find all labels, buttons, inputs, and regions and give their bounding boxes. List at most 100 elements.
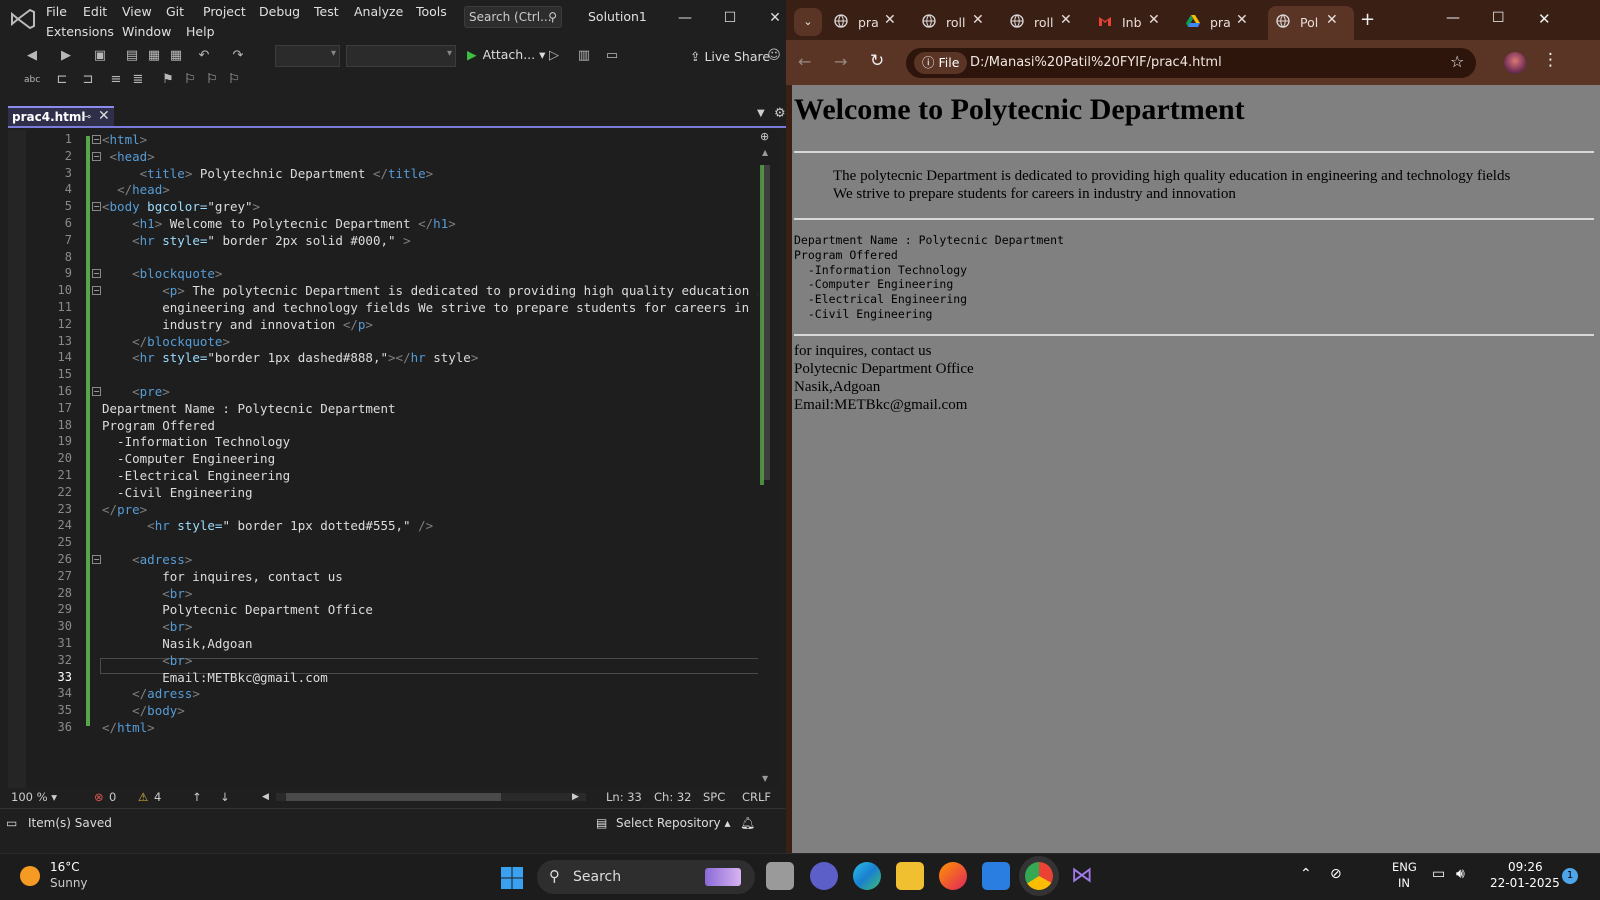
code-line[interactable]: <br> xyxy=(102,653,192,668)
code-line[interactable]: <html> xyxy=(102,132,147,147)
volume-icon[interactable]: 🔊︎ xyxy=(1456,866,1465,882)
tab-search-icon[interactable]: ⌄ xyxy=(794,8,822,36)
clock-time[interactable]: 09:26 xyxy=(1508,860,1543,874)
show-hidden-icons[interactable]: ⌃ xyxy=(1300,866,1312,882)
code-line[interactable]: <pre> xyxy=(102,384,170,399)
close-tab-icon[interactable]: ✕ xyxy=(98,108,110,124)
code-line[interactable]: -Civil Engineering xyxy=(102,485,252,500)
code-line[interactable]: -Computer Engineering xyxy=(102,451,275,466)
spell-check-icon[interactable]: abc xyxy=(24,72,40,88)
undo-icon[interactable]: ↶ xyxy=(196,48,212,64)
collapse-icon[interactable]: − xyxy=(92,135,101,144)
code-editor[interactable]: 1− <html> 2− <head> 3 <title> Polytechnic D… xyxy=(8,130,778,790)
menu-help[interactable]: Help xyxy=(184,24,217,39)
address-bar[interactable]: ⓘ File D:/Manasi%20Patil%20FYIF/prac4.ht… xyxy=(906,48,1476,78)
uncomment-icon[interactable]: ≣ xyxy=(130,72,146,88)
code-line[interactable]: </head> xyxy=(102,182,170,197)
code-line[interactable]: <hr style="border 1px dashed#888,"></hr … xyxy=(102,350,478,365)
firefox-icon[interactable] xyxy=(939,862,967,890)
save-icon[interactable]: ▦ xyxy=(146,48,162,64)
weather-temperature[interactable]: 16°C xyxy=(50,860,80,874)
edge-icon[interactable] xyxy=(853,862,881,890)
chrome-tab-4[interactable]: Inb ✕ xyxy=(1090,8,1176,36)
down-arrow-icon[interactable]: ↓ xyxy=(220,790,230,804)
select-repository-button[interactable]: Select Repository ▴ xyxy=(616,816,731,830)
collapse-icon[interactable]: − xyxy=(92,286,101,296)
horizontal-scrollbar[interactable] xyxy=(276,793,586,801)
reload-icon[interactable]: ↻ xyxy=(870,51,884,71)
chrome-tab-3[interactable]: roll ✕ xyxy=(1002,8,1088,36)
forward-nav-icon[interactable]: ▶ xyxy=(58,48,74,64)
code-line[interactable]: industry and innovation </p> xyxy=(102,317,373,332)
solution-explorer-icon[interactable]: ▥ xyxy=(576,48,592,64)
bookmark-star-icon[interactable]: ☆ xyxy=(1450,52,1464,71)
menu-extensions[interactable]: Extensions xyxy=(44,24,116,39)
code-line[interactable]: <hr style=" border 1px dotted#555," /> xyxy=(102,518,433,533)
code-line[interactable]: Nasik,Adgoan xyxy=(102,636,252,651)
visual-studio-icon[interactable]: ⋈ xyxy=(1068,862,1096,890)
menu-analyze[interactable]: Analyze xyxy=(352,4,405,19)
scroll-down-icon[interactable]: ▼ xyxy=(762,774,768,783)
pin-icon[interactable]: ⊸ xyxy=(82,110,91,123)
tab-list-dropdown-icon[interactable]: ▼ xyxy=(757,108,765,119)
task-view-icon[interactable] xyxy=(766,862,794,890)
chrome-menu-icon[interactable]: ⋮ xyxy=(1542,50,1559,70)
menu-file[interactable]: File xyxy=(44,4,69,19)
h-scrollbar-thumb[interactable] xyxy=(286,793,501,801)
close-tab-icon[interactable]: ✕ xyxy=(884,12,896,28)
up-arrow-icon[interactable]: ↑ xyxy=(192,790,202,804)
code-line[interactable]: <blockquote> xyxy=(102,266,222,281)
menu-window[interactable]: Window xyxy=(120,24,173,39)
forward-icon[interactable]: → xyxy=(834,52,847,71)
code-line[interactable]: <body bgcolor="grey"> xyxy=(102,199,260,214)
platform-dropdown[interactable] xyxy=(346,45,456,67)
line-number-status[interactable]: Ln: 33 xyxy=(606,790,642,804)
start-without-debug-icon[interactable]: ▷ xyxy=(546,48,562,64)
clear-bookmarks-icon[interactable]: ⚐ xyxy=(226,72,242,88)
menu-git[interactable]: Git xyxy=(164,4,186,19)
close-tab-icon[interactable]: ✕ xyxy=(1148,12,1160,28)
taskbar-search-box[interactable]: ⚲ Search xyxy=(537,860,755,894)
warning-count[interactable]: 4 xyxy=(154,790,161,804)
indent-icon[interactable]: ⊐ xyxy=(80,72,96,88)
scroll-left-icon[interactable]: ◀ xyxy=(262,792,269,802)
next-bookmark-icon[interactable]: ⚐ xyxy=(204,72,220,88)
chrome-maximize-button[interactable]: ☐ xyxy=(1492,10,1505,26)
collapse-icon[interactable]: − xyxy=(92,387,101,396)
display-icon[interactable]: ▭ xyxy=(1432,866,1445,882)
live-share-button[interactable]: ⇪ Live Share xyxy=(690,49,770,64)
url-text[interactable]: D:/Manasi%20Patil%20FYIF/prac4.html xyxy=(970,55,1222,70)
chrome-tab-1[interactable]: pra ✕ xyxy=(826,8,912,36)
whitespace-status[interactable]: SPC xyxy=(703,790,725,804)
prev-bookmark-icon[interactable]: ⚐ xyxy=(182,72,198,88)
code-line[interactable]: <head> xyxy=(102,149,155,164)
sun-icon[interactable] xyxy=(20,866,40,886)
chrome-tab-5[interactable]: pra ✕ xyxy=(1178,8,1264,36)
vertical-scrollbar[interactable]: ⊕ ▲ ▼ xyxy=(758,130,774,790)
bookmark-icon[interactable]: ⚑ xyxy=(160,72,176,88)
close-tab-icon[interactable]: ✕ xyxy=(1326,12,1338,28)
menu-tools[interactable]: Tools xyxy=(414,4,449,19)
code-line[interactable]: </blockquote> xyxy=(102,334,230,349)
clock-date[interactable]: 22-01-2025 xyxy=(1490,876,1560,890)
menu-view[interactable]: View xyxy=(120,4,154,19)
code-line[interactable]: Email:METBkc@gmail.com xyxy=(102,670,328,685)
code-line[interactable]: </html> xyxy=(102,720,155,735)
collapse-icon[interactable]: − xyxy=(92,269,101,279)
chrome-tab-6-active[interactable]: Pol ✕ xyxy=(1268,6,1354,40)
code-line[interactable]: <adress> xyxy=(102,552,192,567)
zoom-dropdown[interactable]: 100 % ▾ xyxy=(11,790,57,804)
collapse-icon[interactable]: − xyxy=(92,151,101,161)
network-off-icon[interactable]: ⊘ xyxy=(1330,866,1342,882)
error-count[interactable]: 0 xyxy=(109,790,116,804)
minimize-button[interactable]: — xyxy=(670,6,700,30)
code-line[interactable]: for inquires, contact us xyxy=(102,569,343,584)
redo-icon[interactable]: ↷ xyxy=(230,48,246,64)
code-line[interactable]: Polytecnic Department Office xyxy=(102,602,373,617)
chrome-tab-2[interactable]: roll ✕ xyxy=(914,8,1000,36)
back-icon[interactable]: ← xyxy=(798,52,811,71)
char-number-status[interactable]: Ch: 32 xyxy=(654,790,691,804)
notifications-bell-icon[interactable]: 🔔︎ xyxy=(740,816,755,830)
code-line[interactable]: <hr style=" border 2px solid #000," > xyxy=(102,233,411,248)
code-line[interactable]: </adress> xyxy=(102,686,200,701)
